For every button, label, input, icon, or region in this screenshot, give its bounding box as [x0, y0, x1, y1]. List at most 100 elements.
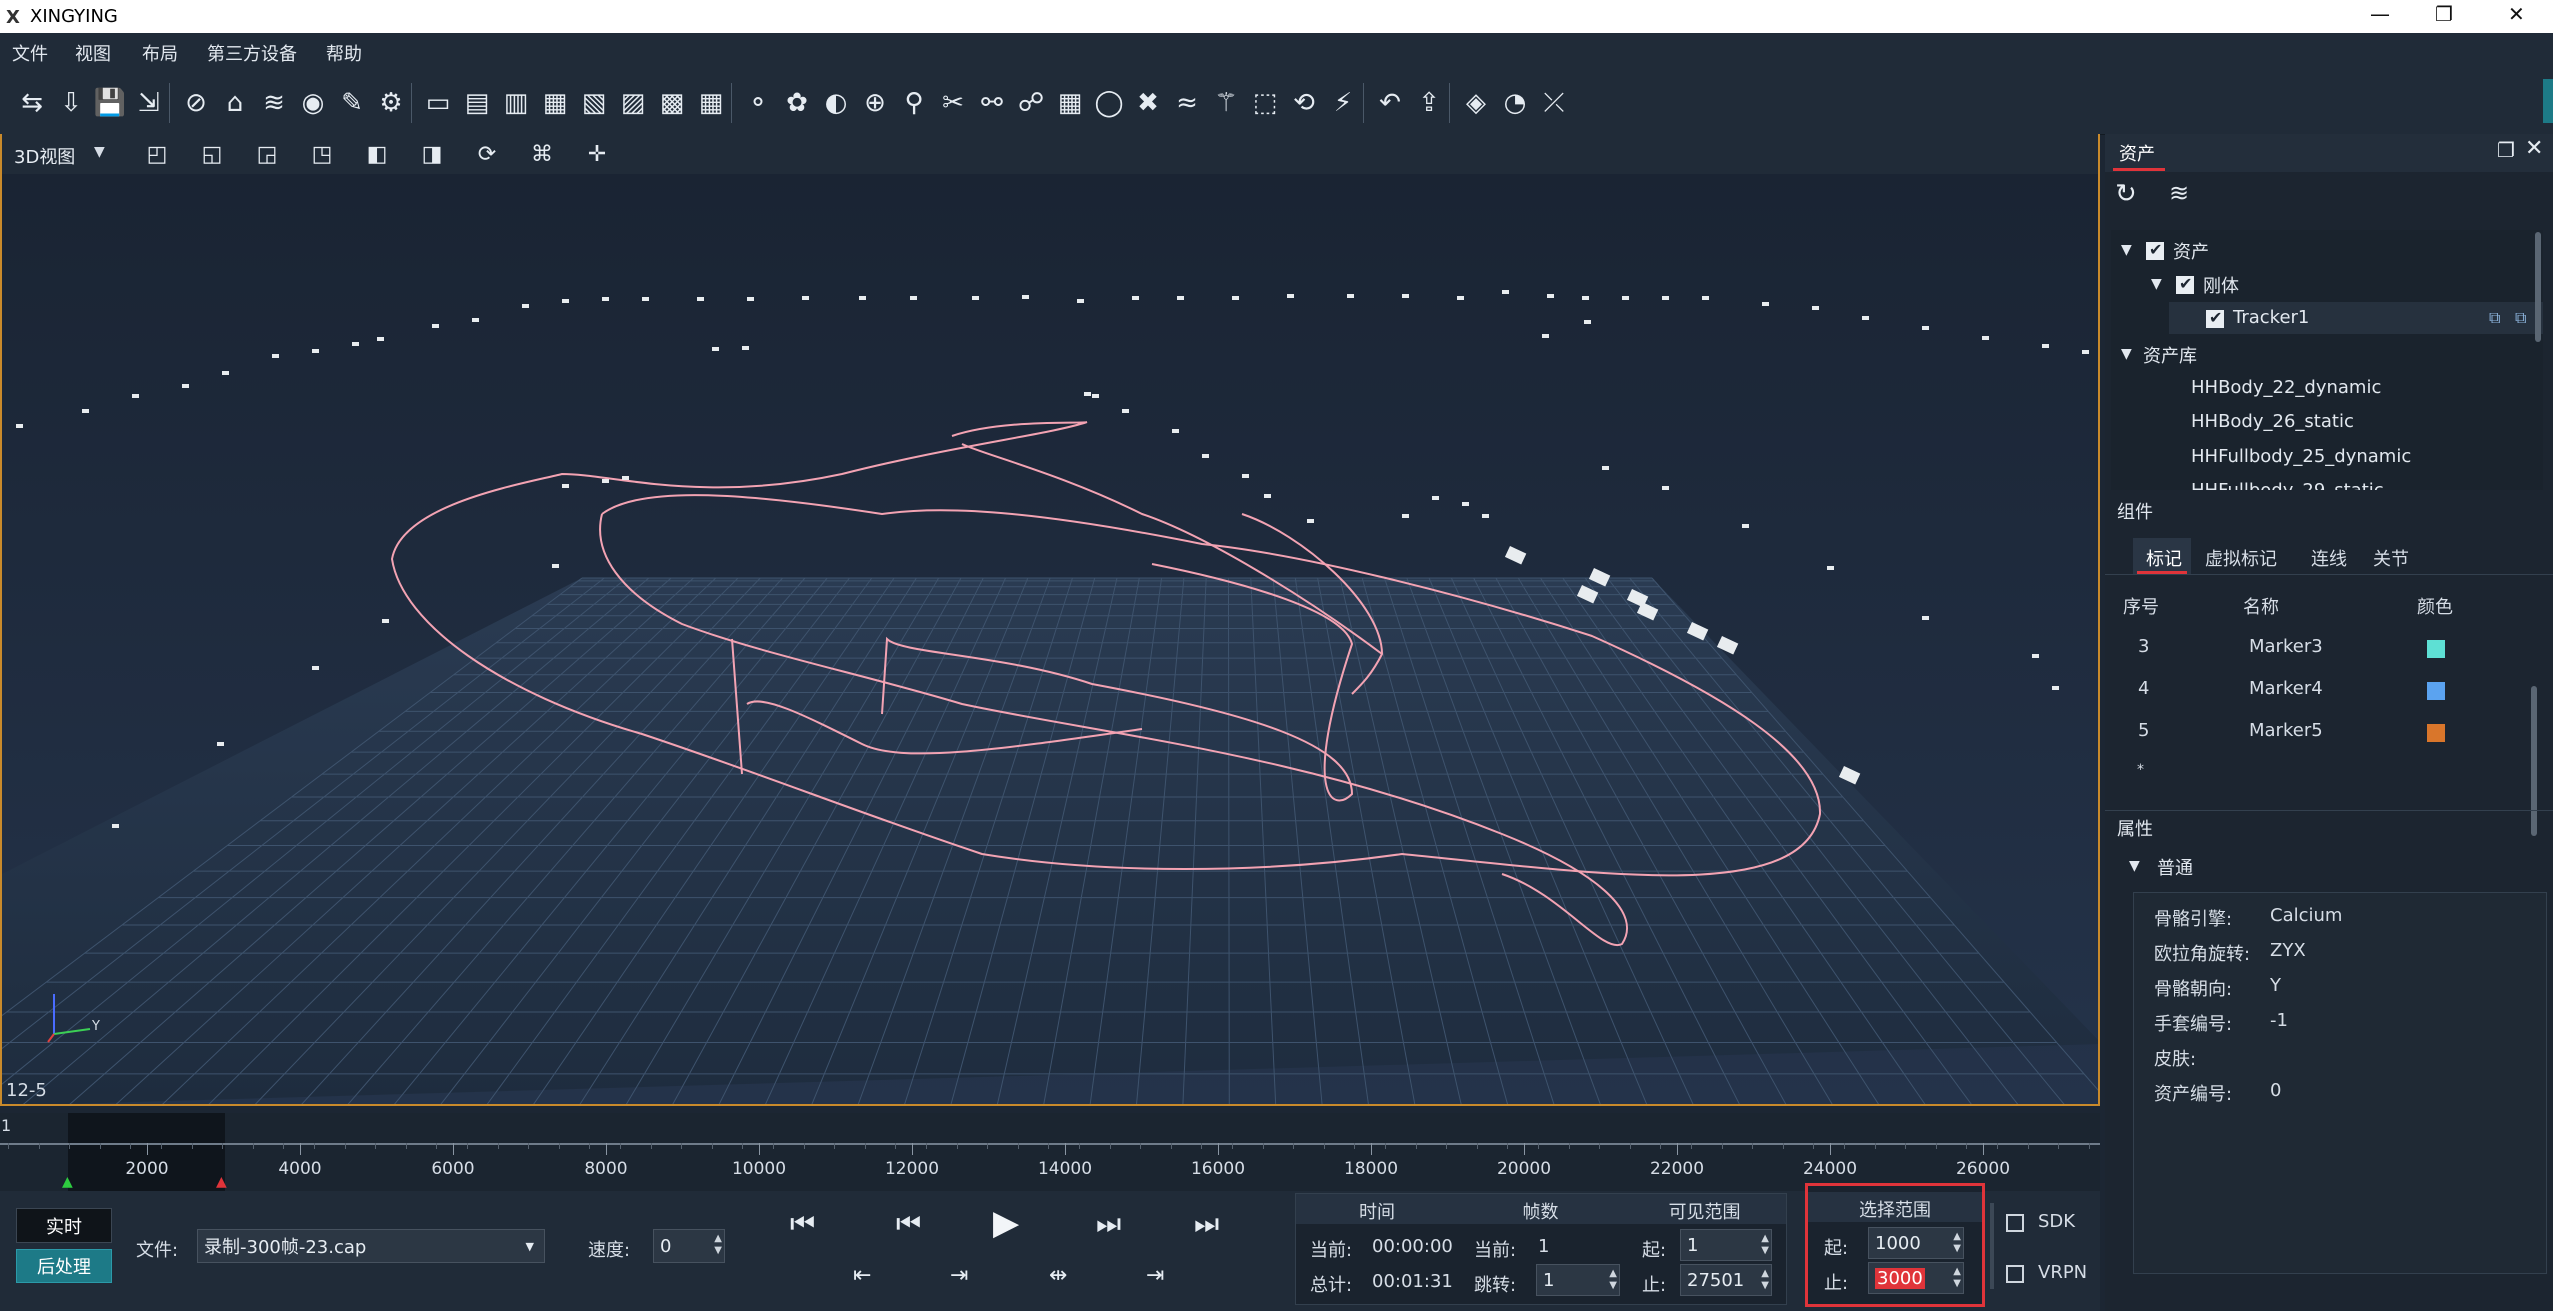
close-icon[interactable]: ✕ — [2525, 136, 2543, 161]
realtime-button[interactable]: 实时 — [16, 1208, 112, 1243]
tab-assets[interactable]: 资产 — [2119, 140, 2155, 166]
tab-joints[interactable]: 关节 — [2373, 545, 2409, 571]
spin-arrows-icon[interactable]: ▲ ▼ — [1609, 1268, 1617, 1292]
marker-color-swatch[interactable] — [2427, 640, 2445, 658]
skip-to-start-icon[interactable]: ⏮ — [790, 1207, 815, 1241]
speed-icon[interactable]: ◔ — [1495, 83, 1535, 123]
close-button[interactable]: ✕ — [2508, 2, 2525, 26]
tracker-row[interactable] — [2169, 302, 2543, 334]
copy-icon[interactable]: ⧉ — [2489, 308, 2500, 328]
device-icon[interactable]: ⌂ — [215, 83, 255, 123]
tree-scrollbar[interactable] — [2535, 232, 2541, 342]
bulb-icon[interactable]: ◯ — [1089, 83, 1129, 123]
expand-icon[interactable]: ▼ — [2121, 346, 2132, 362]
connect-icon[interactable]: ⚲ — [894, 83, 934, 123]
trim-end-icon[interactable]: ⇥ — [1146, 1263, 1164, 1288]
save-icon[interactable]: 💾 — [90, 83, 130, 123]
expand-icon[interactable]: ▼ — [2151, 276, 2162, 292]
bone-icon[interactable]: ⚯ — [972, 83, 1012, 123]
save-as-icon[interactable]: ⇲ — [129, 83, 169, 123]
wave-icon[interactable]: ≈ — [1167, 83, 1207, 123]
spin-arrows-icon[interactable]: ▲ ▼ — [714, 1233, 722, 1257]
marker-row[interactable]: 4 Marker4 — [2105, 672, 2525, 708]
expand-icon[interactable]: ▼ — [2129, 858, 2140, 874]
skeleton-icon[interactable]: ⚡ — [1323, 83, 1363, 123]
file-select[interactable]: 录制-300帧-23.cap ▼ — [197, 1229, 545, 1263]
filter-icon[interactable]: ⚚ — [1206, 83, 1246, 123]
range-start-handle[interactable]: ▲ — [62, 1174, 73, 1190]
trim-right-icon[interactable]: ⇥ — [950, 1263, 968, 1288]
library-item[interactable]: HHFullbody_29_static — [2191, 480, 2384, 490]
calculator-icon[interactable]: ▦ — [1050, 83, 1090, 123]
split-icon[interactable]: ⇹ — [1049, 1263, 1067, 1288]
cut-icon[interactable]: ✂ — [933, 83, 973, 123]
visible-start-stepper[interactable]: 1 ▲ ▼ — [1680, 1229, 1772, 1261]
layout-7-icon[interactable]: ▩ — [652, 83, 692, 123]
share-icon[interactable]: ⤫ — [1534, 83, 1574, 123]
expand-icon[interactable]: ▼ — [2121, 242, 2132, 258]
3d-icon[interactable]: ◈ — [1456, 83, 1496, 123]
scene-canvas[interactable]: Y — [2, 174, 2100, 1106]
general-section[interactable]: 普通 — [2157, 854, 2193, 880]
menu-third-party[interactable]: 第三方设备 — [207, 40, 297, 66]
trim-left-icon[interactable]: ⇤ — [853, 1263, 871, 1288]
library-item[interactable]: HHBody_22_dynamic — [2191, 377, 2381, 398]
layout-8-icon[interactable]: ▦ — [691, 83, 731, 123]
tree-assets[interactable]: 资产 — [2173, 238, 2209, 264]
select-start-stepper[interactable]: 1000 ▲ ▼ — [1868, 1227, 1964, 1259]
settings-icon[interactable]: ⚙ — [371, 83, 411, 123]
library-item[interactable]: HHBody_26_static — [2191, 411, 2354, 432]
step-back-icon[interactable]: ⏮ — [896, 1207, 921, 1241]
cube-right-icon[interactable]: ◨ — [417, 140, 447, 168]
cap-download-icon[interactable]: ⇩ — [51, 83, 91, 123]
table-scrollbar[interactable] — [2531, 686, 2537, 836]
cube-side-icon[interactable]: ◱ — [197, 140, 227, 168]
marker-row[interactable]: 3 Marker3 — [2105, 630, 2525, 666]
layout-5-icon[interactable]: ▧ — [574, 83, 614, 123]
menu-view[interactable]: 视图 — [75, 40, 111, 66]
toolbar-edge-tab[interactable] — [2543, 79, 2553, 123]
rigid-checkbox[interactable] — [2176, 274, 2194, 294]
open-folder-icon[interactable]: ⇆ — [12, 83, 52, 123]
tree-library[interactable]: 资产库 — [2143, 342, 2197, 368]
spin-arrows-icon[interactable]: ▲ ▼ — [1761, 1268, 1769, 1292]
select-area-icon[interactable]: ⬚ — [1245, 83, 1285, 123]
layers-icon[interactable]: ≋ — [254, 83, 294, 123]
cube-top-icon[interactable]: ◲ — [252, 140, 282, 168]
hide-icon[interactable]: ⊘ — [176, 83, 216, 123]
layout-6-icon[interactable]: ▨ — [613, 83, 653, 123]
rotate-icon[interactable]: ⟲ — [1284, 83, 1324, 123]
float-icon[interactable]: ❐ — [2497, 138, 2515, 162]
play-icon[interactable]: ▶ — [993, 1203, 1019, 1243]
refresh-icon[interactable]: ↻ — [2115, 179, 2137, 209]
postprocess-button[interactable]: 后处理 — [16, 1249, 112, 1283]
joint-icon[interactable]: ☍ — [1011, 83, 1051, 123]
marker-row[interactable]: 5 Marker5 — [2105, 714, 2525, 750]
layout-3-icon[interactable]: ▥ — [496, 83, 536, 123]
layers-icon[interactable]: ≋ — [2169, 179, 2189, 207]
menu-layout[interactable]: 布局 — [142, 40, 178, 66]
3d-viewport[interactable]: Y 12-5 — [0, 174, 2100, 1106]
tree-tracker[interactable]: Tracker1 — [2233, 307, 2309, 328]
cube-back-icon[interactable]: ◳ — [307, 140, 337, 168]
range-end-handle[interactable]: ▲ — [216, 1174, 227, 1190]
delete-marker-icon[interactable]: ✖ — [1128, 83, 1168, 123]
wireless-icon[interactable]: ◉ — [293, 83, 333, 123]
vrpn-checkbox[interactable] — [2006, 1265, 2024, 1283]
minimize-button[interactable]: — — [2370, 2, 2390, 26]
visible-end-stepper[interactable]: 27501 ▲ ▼ — [1680, 1264, 1772, 1296]
view-mode-select[interactable]: 3D视图 — [14, 143, 75, 169]
marker-color-swatch[interactable] — [2427, 724, 2445, 742]
tracker-checkbox[interactable] — [2206, 308, 2224, 328]
undo-icon[interactable]: ↶ — [1370, 83, 1410, 123]
speed-stepper[interactable]: 0 ▲ ▼ — [653, 1229, 725, 1263]
frame-jump-stepper[interactable]: 1 ▲ ▼ — [1536, 1264, 1620, 1296]
tab-virtual-markers[interactable]: 虚拟标记 — [2205, 545, 2277, 571]
tree-rigid[interactable]: 刚体 — [2203, 272, 2239, 298]
chevron-down-icon[interactable]: ▼ — [94, 144, 105, 160]
marker-group-icon[interactable]: ✿ — [777, 83, 817, 123]
marker-color-swatch[interactable] — [2427, 682, 2445, 700]
spin-arrows-icon[interactable]: ▲ ▼ — [1761, 1233, 1769, 1257]
timeline[interactable]: 1 2000 4000 6000 8000 10000 12000 14000 16000 18… — [0, 1113, 2121, 1191]
layout-1-icon[interactable]: ▭ — [418, 83, 458, 123]
